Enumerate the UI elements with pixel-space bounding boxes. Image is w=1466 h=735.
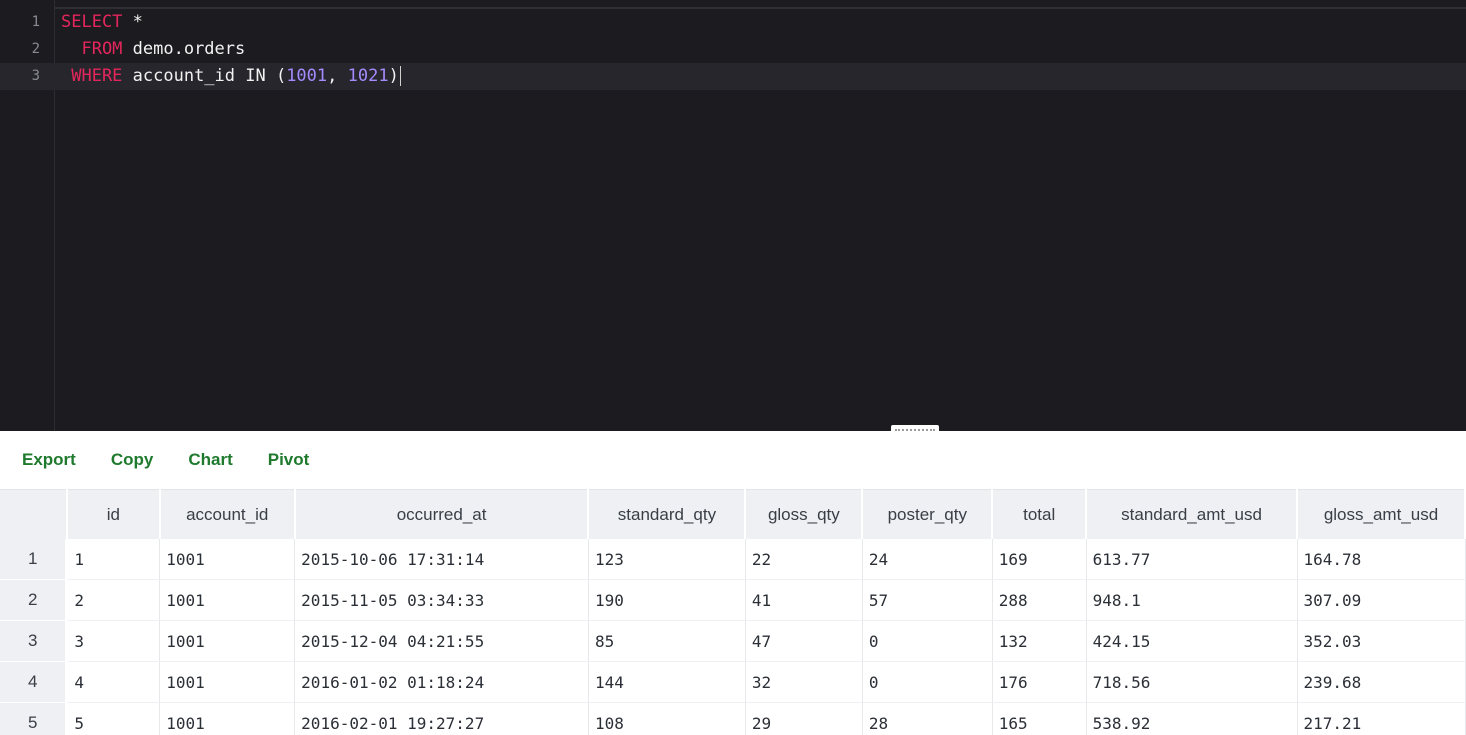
table-cell[interactable]: 132 [992, 620, 1087, 662]
table-cell[interactable]: 164.78 [1297, 539, 1466, 580]
table-cell[interactable]: 24 [862, 539, 993, 580]
sql-text: demo.orders [122, 39, 246, 59]
table-cell[interactable]: 28 [862, 702, 993, 735]
sql-number: 1021 [347, 66, 389, 86]
sql-keyword: SELECT [61, 12, 123, 32]
table-cell[interactable]: 85 [588, 620, 746, 662]
table-cell[interactable]: 2016-01-02 01:18:24 [294, 661, 589, 703]
table-cell[interactable]: 1001 [159, 539, 296, 580]
table-cell[interactable]: 190 [588, 579, 746, 621]
chart-button[interactable]: Chart [188, 450, 232, 470]
text-cursor [399, 66, 401, 86]
table-row[interactable]: 3 3 1001 2015-12-04 04:21:55 85 47 0 132 424.15 3… [0, 620, 1466, 662]
table-cell[interactable]: 1001 [159, 579, 296, 621]
table-row[interactable]: 4 4 1001 2016-01-02 01:18:24 144 32 0 176 718.56… [0, 661, 1466, 703]
column-header[interactable]: account_id [159, 489, 296, 539]
sql-keyword: FROM [61, 39, 123, 59]
table-cell[interactable]: 144 [588, 661, 746, 703]
line-number: 2 [31, 41, 40, 57]
column-header[interactable]: total [992, 489, 1088, 539]
table-cell[interactable]: 2 [66, 579, 161, 621]
table-cell[interactable]: 217.21 [1297, 702, 1466, 735]
header-row: id account_id occurred_at standard_qty gloss… [0, 489, 1466, 539]
row-number[interactable]: 2 [0, 579, 69, 621]
table-cell[interactable]: 0 [862, 620, 993, 662]
column-header[interactable]: gloss_amt_usd [1297, 489, 1466, 539]
copy-button[interactable]: Copy [111, 450, 154, 470]
table-cell[interactable]: 424.15 [1086, 620, 1298, 662]
column-header[interactable]: standard_amt_usd [1086, 489, 1298, 539]
table-cell[interactable]: 352.03 [1297, 620, 1466, 662]
table-cell[interactable]: 5 [66, 702, 161, 735]
row-number[interactable]: 1 [0, 539, 69, 580]
table-cell[interactable]: 47 [745, 620, 863, 662]
code-line[interactable]: 2 FROM demo.orders [0, 36, 1466, 63]
table-cell[interactable]: 0 [862, 661, 993, 703]
table-cell[interactable]: 57 [862, 579, 993, 621]
code-text[interactable]: WHERE account_id IN (1001, 1021) [61, 63, 401, 90]
table-cell[interactable]: 165 [992, 702, 1087, 735]
code-text[interactable]: SELECT * [61, 9, 143, 36]
table-cell[interactable]: 1001 [159, 661, 296, 703]
export-button[interactable]: Export [22, 450, 76, 470]
table-cell[interactable]: 22 [745, 539, 863, 580]
sql-number: 1001 [286, 66, 328, 86]
sql-text: * [122, 12, 143, 32]
table-row[interactable]: 5 5 1001 2016-02-01 19:27:27 108 29 28 165 538.9… [0, 702, 1466, 735]
table-cell[interactable]: 718.56 [1086, 661, 1298, 703]
code-line[interactable]: 1 SELECT * [0, 9, 1466, 36]
line-number: 3 [31, 68, 40, 84]
line-number: 1 [31, 14, 40, 30]
table-cell[interactable]: 1001 [159, 702, 296, 735]
column-header[interactable]: gloss_qty [745, 489, 864, 539]
table-cell[interactable]: 29 [745, 702, 863, 735]
table-cell[interactable]: 948.1 [1086, 579, 1298, 621]
table-cell[interactable]: 1 [66, 539, 161, 580]
table-row[interactable]: 1 1 1001 2015-10-06 17:31:14 123 22 24 169 613.7… [0, 539, 1466, 580]
table-cell[interactable]: 108 [588, 702, 746, 735]
sql-text: account_id IN ( [122, 66, 287, 86]
table-cell[interactable]: 176 [992, 661, 1087, 703]
table-cell[interactable]: 288 [992, 579, 1087, 621]
results-toolbar: Export Copy Chart Pivot [0, 431, 1466, 489]
row-number[interactable]: 4 [0, 661, 69, 703]
column-header[interactable]: standard_qty [588, 489, 747, 539]
column-header[interactable]: poster_qty [862, 489, 994, 539]
table-cell[interactable]: 1001 [159, 620, 296, 662]
corner-cell [0, 489, 68, 539]
table-cell[interactable]: 32 [745, 661, 863, 703]
column-header[interactable]: id [66, 489, 161, 539]
table-cell[interactable]: 2015-11-05 03:34:33 [294, 579, 589, 621]
table-body: 1 1 1001 2015-10-06 17:31:14 123 22 24 169 613.7… [0, 539, 1466, 735]
table-cell[interactable]: 239.68 [1297, 661, 1466, 703]
sql-text: , [327, 66, 348, 86]
row-number[interactable]: 3 [0, 620, 69, 662]
code-line[interactable]: 3 WHERE account_id IN (1001, 1021) [0, 63, 1466, 90]
table-cell[interactable]: 123 [588, 539, 746, 580]
table-cell[interactable]: 169 [992, 539, 1087, 580]
table-cell[interactable]: 2015-10-06 17:31:14 [294, 539, 589, 580]
column-header[interactable]: occurred_at [294, 489, 590, 539]
results-table: id account_id occurred_at standard_qty gloss… [0, 489, 1466, 735]
table-cell[interactable]: 538.92 [1086, 702, 1298, 735]
table-cell[interactable]: 2015-12-04 04:21:55 [294, 620, 589, 662]
code-text[interactable]: FROM demo.orders [61, 36, 245, 63]
row-number[interactable]: 5 [0, 702, 69, 735]
table-cell[interactable]: 307.09 [1297, 579, 1466, 621]
table-cell[interactable]: 613.77 [1086, 539, 1298, 580]
sql-editor[interactable]: 1 SELECT * 2 FROM demo.orders 3 WHERE accou… [0, 0, 1466, 431]
table-cell[interactable]: 41 [745, 579, 863, 621]
table-cell[interactable]: 3 [66, 620, 161, 662]
sql-keyword: WHERE [61, 66, 123, 86]
table-cell[interactable]: 4 [66, 661, 161, 703]
results-grid[interactable]: id account_id occurred_at standard_qty gloss… [0, 489, 1466, 735]
table-cell[interactable]: 2016-02-01 19:27:27 [294, 702, 589, 735]
sql-text: ) [388, 66, 399, 86]
pivot-button[interactable]: Pivot [268, 450, 310, 470]
table-row[interactable]: 2 2 1001 2015-11-05 03:34:33 190 41 57 288 948.1… [0, 579, 1466, 621]
